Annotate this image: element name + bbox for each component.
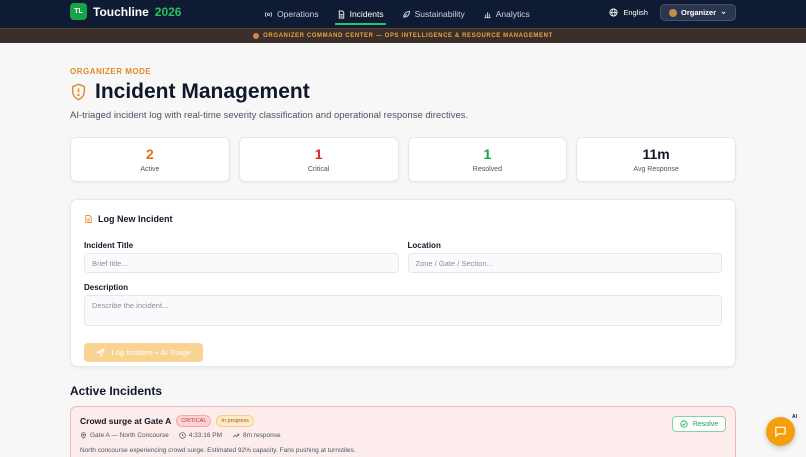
brand-logo: TL: [70, 3, 87, 20]
nav-link-label: Incidents: [349, 9, 384, 19]
incident-header: Crowd surge at Gate A CRITICAL In progre…: [80, 415, 726, 427]
organizer-avatar-icon: [668, 8, 677, 17]
location-label: Location: [407, 241, 441, 250]
log-incident-button-label: Log Incident + AI Triage: [111, 348, 191, 357]
title-row: Incident Management: [70, 80, 736, 104]
nav-link-label: Operations: [277, 9, 319, 19]
nav-links: Operations Incidents Sustainability Anal…: [262, 0, 532, 28]
location-field-group: Location: [407, 241, 722, 273]
incident-description: North concourse experiencing crowd surge…: [80, 447, 356, 454]
banner-text: ORGANIZER COMMAND CENTER — OPS INTELLIGE…: [263, 33, 553, 39]
stat-value: 1: [483, 146, 492, 162]
stat-resolved: 1 Resolved: [407, 137, 568, 182]
bar-chart-icon: [484, 11, 491, 18]
incident-response-text: 8m response: [243, 432, 281, 439]
brand-year: 2026: [154, 4, 182, 19]
page-subtitle: AI-triaged incident log with real-time s…: [70, 110, 469, 121]
incident-meta: Gate A — North Concourse 4:33:16 PM 8m r…: [80, 432, 726, 439]
nav-link-operations[interactable]: Operations: [262, 0, 321, 28]
form-heading-text: Log New Incident: [98, 214, 173, 224]
form-row: Incident Title Location: [84, 241, 722, 273]
log-incident-form: Log New Incident Incident Title Location…: [70, 199, 736, 367]
incident-location-text: Gate A — North Concourse: [90, 432, 169, 439]
ai-tag: AI: [792, 414, 797, 420]
ai-chat-button[interactable]: AI: [766, 414, 797, 446]
chat-bubble-icon: [775, 426, 786, 438]
document-icon: [85, 214, 92, 224]
role-label: Organizer: [680, 8, 716, 17]
leaf-icon: [402, 10, 410, 18]
language-label: English: [623, 8, 648, 17]
stat-critical: 1 Critical: [238, 137, 399, 182]
status-badge: In progress: [216, 415, 254, 427]
command-center-banner: ORGANIZER COMMAND CENTER — OPS INTELLIGE…: [0, 28, 806, 43]
description-field-group: Description: [84, 283, 722, 331]
shield-alert-icon: [71, 83, 86, 101]
stat-label: Avg Response: [633, 166, 679, 173]
top-nav: TL Touchline 2026 Operations Incidents S…: [0, 0, 806, 28]
stats-row: 2 Active 1 Critical 1 Resolved 11m Avg R…: [70, 137, 736, 182]
organizer-badge-icon: [253, 33, 260, 39]
globe-icon: [609, 8, 618, 17]
stat-label: Resolved: [472, 166, 502, 173]
incident-title-input[interactable]: [84, 253, 399, 273]
brand[interactable]: TL Touchline 2026: [70, 3, 181, 20]
trend-up-icon: [232, 433, 240, 438]
stat-label: Active: [140, 166, 160, 173]
stat-active: 2 Active: [70, 137, 230, 182]
stat-avg-response: 11m Avg Response: [576, 137, 736, 182]
map-pin-icon: [81, 432, 86, 439]
description-label: Description: [84, 283, 129, 292]
mode-label: ORGANIZER MODE: [70, 67, 152, 76]
resolve-button-label: Resolve: [692, 420, 719, 428]
stat-label: Critical: [307, 166, 330, 173]
active-incidents-heading: Active Incidents: [70, 384, 163, 398]
nav-link-label: Sustainability: [414, 9, 465, 19]
nav-link-sustainability[interactable]: Sustainability: [400, 0, 467, 28]
incident-time-text: 4:33:16 PM: [188, 432, 223, 439]
form-heading: Log New Incident: [84, 214, 722, 224]
document-icon: [338, 9, 344, 19]
send-icon: [96, 348, 106, 357]
chevron-down-icon: [721, 11, 726, 15]
main-content: ORGANIZER MODE Incident Management AI-tr…: [70, 43, 736, 457]
language-selector[interactable]: English: [609, 8, 648, 17]
description-input[interactable]: [84, 295, 722, 326]
incident-card: Crowd surge at Gate A CRITICAL In progre…: [70, 406, 736, 457]
incident-response: 8m response: [232, 432, 281, 439]
page-title: Incident Management: [95, 80, 310, 103]
stat-value: 2: [145, 146, 154, 162]
role-dropdown[interactable]: Organizer: [659, 4, 736, 21]
incident-title: Crowd surge at Gate A: [80, 416, 172, 426]
stat-value: 1: [314, 146, 323, 162]
check-circle-icon: [680, 420, 688, 428]
nav-link-incidents[interactable]: Incidents: [334, 0, 386, 28]
title-field-group: Incident Title: [84, 241, 399, 273]
log-incident-button[interactable]: Log Incident + AI Triage: [84, 343, 203, 362]
incident-location: Gate A — North Concourse: [80, 432, 169, 439]
incident-time: 4:33:16 PM: [179, 432, 222, 439]
resolve-button[interactable]: Resolve: [672, 416, 726, 432]
nav-link-label: Analytics: [495, 9, 530, 19]
location-input[interactable]: [407, 253, 722, 273]
brand-name: Touchline: [93, 4, 149, 19]
nav-link-analytics[interactable]: Analytics: [481, 0, 532, 28]
severity-badge: CRITICAL: [176, 415, 212, 427]
incident-title-label: Incident Title: [84, 241, 134, 250]
stat-value: 11m: [642, 146, 670, 162]
nav-right: English Organizer: [609, 4, 736, 21]
radio-icon: [264, 11, 273, 17]
clock-icon: [179, 432, 186, 439]
